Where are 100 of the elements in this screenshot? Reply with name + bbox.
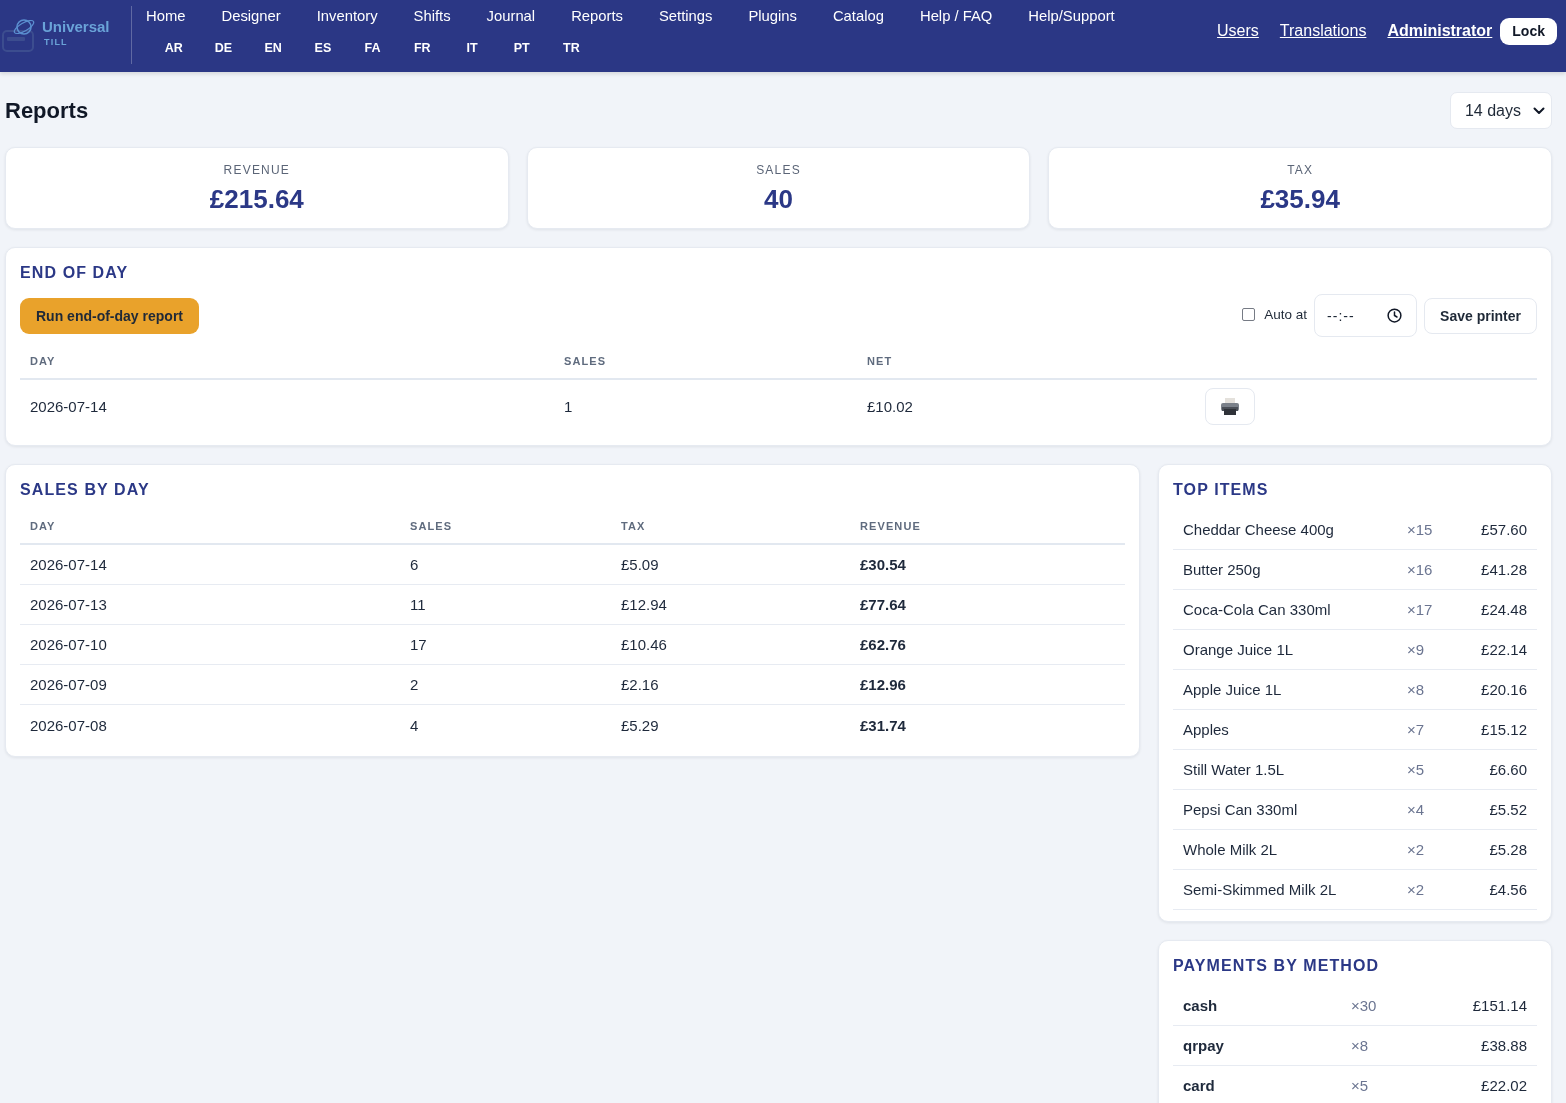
item-quantity: ×16 [1407,561,1433,578]
item-amount: £22.14 [1481,641,1527,658]
table-cell: £10.46 [621,636,667,653]
item-name: Whole Milk 2L [1183,841,1278,858]
user-link[interactable]: Administrator [1387,22,1493,40]
time-field[interactable]: --:-- [1314,294,1418,337]
table-cell: £5.29 [621,716,659,734]
item-name: Orange Juice 1L [1183,641,1294,658]
item-name: Cheddar Cheese 400g [1183,521,1334,538]
range-select[interactable]: 14 days [1449,92,1552,129]
language-link[interactable]: PT [496,40,547,55]
table-cell: £12.96 [860,676,906,693]
item-quantity: ×8 [1407,681,1425,698]
item-amount: £5.28 [1489,841,1527,858]
table-cell: 2026-07-08 [30,716,107,734]
logo-subtitle: TILL [43,36,68,48]
table-cell: £10.02 [867,398,913,415]
table-cell: 1 [564,398,573,415]
column-header: DAY [30,355,56,367]
nav-link[interactable]: Help/Support [1028,7,1115,24]
header-link[interactable]: Users [1217,22,1259,40]
item-amount: £24.48 [1481,601,1527,618]
item-quantity: ×17 [1407,601,1433,618]
language-link[interactable]: IT [447,40,497,55]
run-report-button[interactable]: Run end-of-day report [20,297,199,334]
item-name: Semi-Skimmed Milk 2L [1183,881,1337,898]
panel-title: END OF DAY [20,265,129,281]
lock-button[interactable]: Lock [1500,17,1557,45]
nav-link[interactable]: Shifts [413,7,451,24]
item-amount: £38.88 [1481,1037,1527,1054]
header-link[interactable]: Translations [1279,22,1367,40]
language-link[interactable]: AR [149,40,199,55]
save-printer-button[interactable]: Save printer [1424,297,1537,334]
language-link[interactable]: FA [347,40,398,55]
item-amount: £15.12 [1481,721,1527,738]
table-cell: 2026-07-09 [30,676,107,693]
item-name: Coca-Cola Can 330ml [1183,601,1331,618]
language-link[interactable]: TR [546,40,597,55]
nav-link[interactable]: Reports [571,7,623,24]
item-amount: £4.56 [1489,881,1527,898]
nav-link[interactable]: Designer [221,7,281,24]
item-name: cash [1183,997,1218,1014]
column-header: SALES [564,355,607,367]
nav-link[interactable]: Home [146,7,186,24]
auto-label: Auto at [1264,306,1308,322]
language-link[interactable]: ES [298,40,348,55]
printer-icon [1221,398,1239,415]
item-quantity: ×9 [1407,641,1425,658]
language-link[interactable]: DE [198,40,249,55]
column-header: DAY [30,520,56,532]
logo-text: Universal [42,18,110,36]
table-cell: £12.94 [621,596,667,613]
column-header: TAX [621,520,646,532]
table-cell: £31.74 [860,716,906,734]
nav-link[interactable]: Plugins [748,7,797,24]
language-link[interactable]: FR [397,40,448,55]
item-amount: £20.16 [1481,681,1527,698]
item-amount: £5.52 [1489,801,1527,818]
item-quantity: ×4 [1407,801,1425,818]
table-cell: 11 [410,596,426,613]
table-cell: 17 [410,636,427,653]
clock-icon[interactable] [1387,308,1403,323]
panel-title: SALES BY DAY [20,482,150,498]
panel-title: PAYMENTS BY METHOD [1173,958,1380,974]
table-cell: £2.16 [621,676,659,693]
stat-value: £215.64 [209,184,304,214]
item-quantity: ×5 [1351,1077,1369,1094]
nav-link[interactable]: Inventory [316,7,378,24]
item-name: Apples [1183,721,1229,738]
table-cell: 2026-07-13 [30,596,107,613]
table-cell: £5.09 [621,556,659,573]
item-amount: £6.60 [1489,761,1527,778]
stat-label: TAX [1287,162,1314,178]
nav-link[interactable]: Journal [486,7,536,24]
item-quantity: ×2 [1407,881,1425,898]
table-cell: £77.64 [860,596,906,613]
item-name: card [1183,1077,1215,1094]
auto-checkbox[interactable] [1242,307,1256,321]
item-amount: £57.60 [1481,521,1527,538]
item-name: qrpay [1183,1037,1224,1054]
item-amount: £41.28 [1481,561,1527,578]
panel-title: TOP ITEMS [1173,482,1269,498]
item-quantity: ×30 [1351,997,1377,1014]
nav-link[interactable]: Catalog [832,7,884,24]
item-quantity: ×15 [1407,521,1433,538]
table-cell: 2026-07-14 [30,398,107,415]
language-link[interactable]: EN [248,40,299,55]
table-cell: £62.76 [860,636,906,653]
item-amount: £22.02 [1481,1077,1527,1094]
table-cell: 2 [410,676,419,693]
item-quantity: ×2 [1407,841,1425,858]
print-button[interactable] [1205,388,1255,425]
table-cell: 2026-07-14 [30,556,107,573]
nav-link[interactable]: Settings [658,7,713,24]
table-cell: 2026-07-10 [30,636,107,653]
column-header: REVENUE [860,520,921,532]
item-name: Still Water 1.5L [1183,761,1285,778]
item-name: Pepsi Can 330ml [1183,801,1298,818]
nav-link[interactable]: Help / FAQ [919,7,993,24]
table-cell: £30.54 [860,556,906,573]
